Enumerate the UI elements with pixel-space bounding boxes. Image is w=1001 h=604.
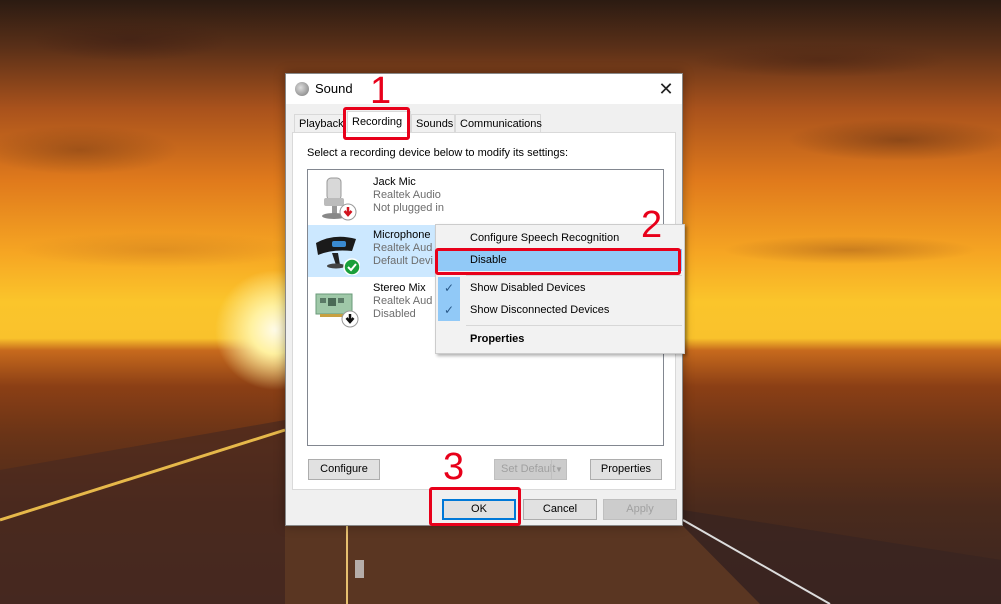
- menu-item-show-disabled-devices[interactable]: Show Disabled Devices: [438, 277, 682, 299]
- device-name: Microphone: [373, 229, 431, 241]
- dropdown-arrow-icon: ▼: [551, 460, 566, 479]
- device-status: Disabled: [373, 308, 416, 320]
- speaker-icon: [295, 82, 309, 96]
- device-driver: Realtek Aud: [373, 295, 433, 307]
- tab-communications[interactable]: Communications: [455, 114, 542, 132]
- cancel-button[interactable]: Cancel: [523, 499, 597, 520]
- tab-sounds[interactable]: Sounds: [411, 114, 455, 132]
- annotation-box-step2: [435, 248, 681, 275]
- webcam-microphone-icon: [316, 236, 360, 275]
- device-driver: Realtek Aud: [373, 242, 433, 254]
- device-driver: Realtek Audio: [373, 189, 441, 201]
- configure-button[interactable]: Configure: [308, 459, 380, 480]
- set-default-label: Set Default: [501, 463, 556, 475]
- microphone-icon: [322, 177, 357, 221]
- device-status: Not plugged in: [373, 202, 444, 214]
- menu-item-show-disconnected-devices[interactable]: Show Disconnected Devices: [438, 299, 682, 321]
- menu-separator: [466, 325, 682, 326]
- menu-item-properties[interactable]: Properties: [438, 328, 682, 350]
- annotation-box-step3: [429, 487, 521, 526]
- title-bar: Sound ✕: [286, 74, 682, 104]
- sound-card-icon: [315, 293, 359, 328]
- annotation-number-1: 1: [370, 70, 392, 112]
- device-status: Default Devi: [373, 255, 433, 267]
- properties-button[interactable]: Properties: [590, 459, 662, 480]
- tab-playback[interactable]: Playback: [294, 114, 346, 132]
- annotation-number-2: 2: [641, 204, 663, 246]
- device-item-jack-mic[interactable]: Jack Mic Realtek Audio Not plugged in: [308, 172, 663, 224]
- device-name: Stereo Mix: [373, 282, 426, 294]
- close-button[interactable]: ✕: [650, 74, 682, 104]
- annotation-number-3: 3: [443, 446, 465, 488]
- window-title: Sound: [315, 81, 353, 96]
- set-default-button: Set Default ▼: [494, 459, 567, 480]
- device-name: Jack Mic: [373, 176, 416, 188]
- menu-separator: [466, 275, 682, 276]
- instruction-text: Select a recording device below to modif…: [307, 147, 569, 159]
- apply-button: Apply: [603, 499, 677, 520]
